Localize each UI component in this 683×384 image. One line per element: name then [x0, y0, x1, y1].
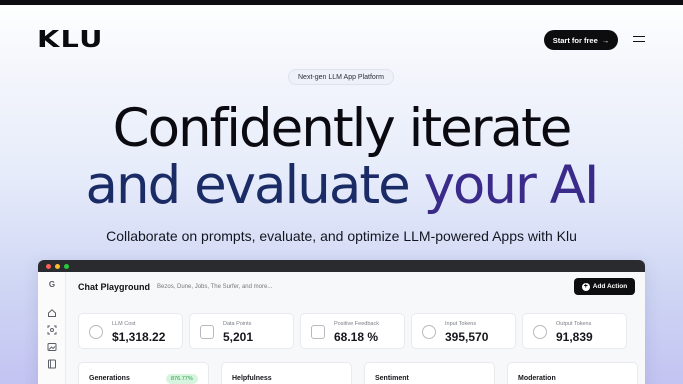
- close-dot-icon: [46, 263, 51, 269]
- hero-subtitle: Collaborate on prompts, evaluate, and op…: [106, 228, 577, 244]
- metrics-panels: Generations 876.77% Helpfulness Sentimen…: [78, 362, 638, 384]
- home-icon[interactable]: [47, 308, 57, 318]
- minimize-dot-icon: [55, 263, 60, 269]
- headline-part-b: your AI: [423, 155, 600, 216]
- app-subtitle: Bezos, Dune, Jobs, The Surfer, and more.…: [157, 284, 273, 290]
- stat-card-output-tokens[interactable]: Output Tokens 91,839: [522, 313, 627, 349]
- panel-title: Sentiment: [375, 375, 409, 382]
- scan-icon[interactable]: [47, 325, 57, 335]
- start-for-free-label: Start for free: [552, 35, 598, 45]
- panel-moderation[interactable]: Moderation: [507, 362, 638, 384]
- stat-value: 5,201: [223, 330, 254, 344]
- platform-pill: Next-gen LLM App Platform: [288, 69, 394, 85]
- image-icon[interactable]: [47, 342, 57, 352]
- stat-label: Output Tokens: [556, 321, 592, 327]
- panel-generations[interactable]: Generations 876.77%: [78, 362, 209, 384]
- workspace-logo-icon[interactable]: G: [47, 280, 57, 290]
- thumbs-up-icon: [311, 325, 325, 339]
- growth-badge: 876.77%: [166, 374, 198, 384]
- input-tokens-icon: [422, 325, 436, 339]
- add-action-button[interactable]: + Add Action: [574, 278, 635, 295]
- coins-icon: [89, 325, 103, 339]
- logo-text: KLU: [37, 27, 104, 53]
- stat-value: $1,318.22: [112, 330, 166, 344]
- stat-value: 68.18 %: [334, 330, 379, 344]
- window-titlebar: [38, 260, 645, 272]
- add-action-label: Add Action: [592, 283, 628, 290]
- plus-icon: +: [581, 282, 590, 291]
- panel-helpfulness[interactable]: Helpfulness: [221, 362, 352, 384]
- stat-card-data-points[interactable]: Data Points 5,201: [189, 313, 294, 349]
- app-preview-window: G Chat Playground Bezos, Dune, Jobs, The…: [38, 260, 645, 384]
- stat-card-input-tokens[interactable]: Input Tokens 395,570: [411, 313, 516, 349]
- arrow-right-icon: →: [601, 35, 610, 45]
- app-title: Chat Playground: [78, 282, 151, 292]
- data-points-icon: [200, 325, 214, 339]
- output-tokens-icon: [533, 325, 547, 339]
- stat-card-llm-cost[interactable]: LLM Cost $1,318.22: [78, 313, 183, 349]
- book-icon[interactable]: [47, 359, 57, 369]
- maximize-dot-icon: [64, 263, 69, 269]
- headline-part-a: and evaluate: [85, 155, 424, 216]
- app-sidebar: G: [38, 272, 66, 384]
- top-edge-bar: [0, 0, 683, 5]
- headline-line-1: Confidently iterate: [112, 98, 573, 159]
- stat-value: 91,839: [556, 330, 593, 344]
- panel-title: Generations: [89, 375, 130, 382]
- stats-row: LLM Cost $1,318.22 Data Points 5,201 Pos…: [78, 313, 627, 349]
- stat-label: Input Tokens: [445, 321, 477, 327]
- stat-label: Data Points: [223, 321, 252, 327]
- panel-title: Helpfulness: [232, 375, 272, 382]
- klu-logo[interactable]: KLU: [37, 27, 102, 53]
- stat-card-positive-feedback[interactable]: Positive Feedback 68.18 %: [300, 313, 405, 349]
- start-for-free-button[interactable]: Start for free →: [544, 30, 618, 50]
- panel-sentiment[interactable]: Sentiment: [364, 362, 495, 384]
- hamburger-menu-icon[interactable]: [633, 35, 645, 44]
- app-header: Chat Playground Bezos, Dune, Jobs, The S…: [67, 272, 645, 302]
- stat-value: 395,570: [445, 330, 489, 344]
- stat-label: Positive Feedback: [334, 321, 379, 327]
- panel-title: Moderation: [518, 375, 556, 382]
- headline-line-2: and evaluate your AI: [0, 159, 683, 212]
- stat-label: LLM Cost: [112, 321, 136, 327]
